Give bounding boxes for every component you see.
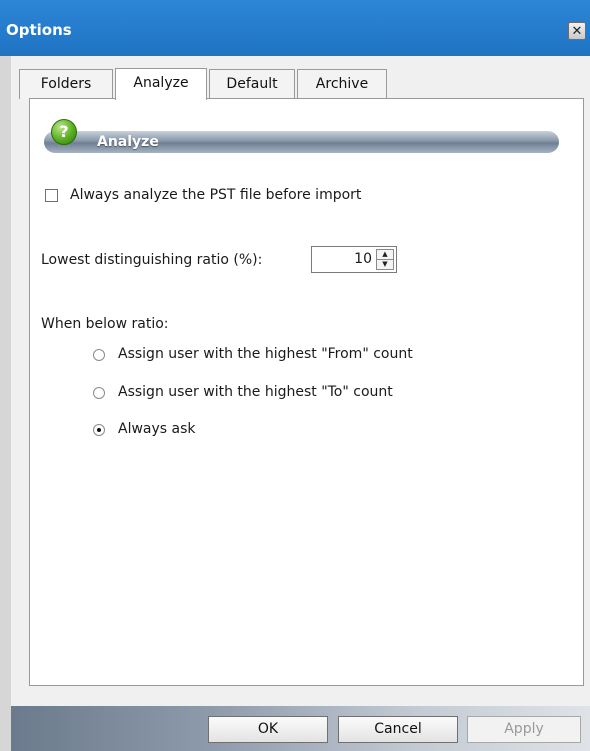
close-icon: ✕	[571, 23, 583, 39]
window-title: Options	[6, 21, 72, 39]
tab-analyze[interactable]: Analyze	[115, 68, 207, 100]
cancel-button[interactable]: Cancel	[338, 716, 458, 743]
spinner-buttons: ▲ ▼	[376, 249, 394, 270]
radio-selected-dot	[97, 428, 101, 432]
radio-highest-from-label[interactable]: Assign user with the highest "From" coun…	[118, 346, 413, 362]
tab-default[interactable]: Default	[209, 69, 295, 99]
radio-highest-from[interactable]	[93, 349, 105, 361]
ratio-spinner[interactable]: 10 ▲ ▼	[311, 246, 397, 273]
apply-button[interactable]: Apply	[467, 716, 581, 743]
always-analyze-checkbox[interactable]	[45, 189, 58, 202]
title-bar: Options ✕	[0, 0, 590, 56]
ratio-value[interactable]: 10	[354, 251, 372, 267]
tab-label: Default	[226, 76, 278, 92]
tab-archive[interactable]: Archive	[297, 69, 387, 99]
help-icon: ?	[51, 119, 77, 145]
below-ratio-label: When below ratio:	[41, 316, 169, 332]
tab-label: Folders	[40, 76, 92, 92]
ratio-label: Lowest distinguishing ratio (%):	[41, 252, 263, 268]
tab-label: Analyze	[133, 75, 189, 91]
radio-always-ask[interactable]	[93, 424, 105, 436]
radio-always-ask-label[interactable]: Always ask	[118, 421, 196, 437]
always-analyze-label[interactable]: Always analyze the PST file before impor…	[70, 187, 361, 203]
spinner-up-icon[interactable]: ▲	[377, 250, 393, 260]
radio-highest-to-label[interactable]: Assign user with the highest "To" count	[118, 384, 393, 400]
spinner-down-icon[interactable]: ▼	[377, 260, 393, 269]
ok-button[interactable]: OK	[208, 716, 328, 743]
section-title: Analyze	[97, 134, 159, 150]
radio-highest-to[interactable]	[93, 387, 105, 399]
tab-label: Archive	[315, 76, 369, 92]
close-button[interactable]: ✕	[568, 22, 586, 40]
window-left-edge	[0, 56, 11, 751]
tab-folders[interactable]: Folders	[19, 69, 113, 99]
